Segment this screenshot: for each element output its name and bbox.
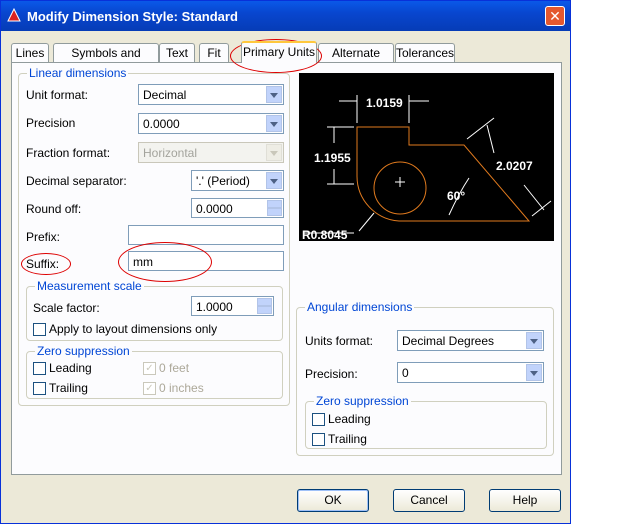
tab-label: Fit	[207, 46, 221, 60]
tab-primary-units[interactable]: Primary Units	[241, 41, 317, 63]
title-bar[interactable]: Modify Dimension Style: Standard ✕	[1, 1, 570, 31]
unit-format-label: Unit format:	[26, 88, 89, 102]
zero-suppression-title: Zero suppression	[35, 344, 132, 358]
spinner-arrows[interactable]	[267, 200, 282, 216]
unit-format-select[interactable]: Decimal	[138, 84, 284, 105]
linear-dimensions-title: Linear dimensions	[27, 66, 129, 80]
angular-trailing-checkbox[interactable]	[312, 433, 325, 446]
chevron-down-icon[interactable]	[266, 115, 282, 132]
angular-precision-select[interactable]: 0	[397, 362, 544, 383]
chevron-down-icon[interactable]	[266, 86, 282, 103]
angular-dimensions-title: Angular dimensions	[305, 300, 415, 314]
dim-left-label: 1.1955	[314, 151, 351, 165]
decimal-separator-select[interactable]: '.' (Period)	[191, 170, 284, 191]
help-label: Help	[512, 493, 538, 507]
fraction-format-value: Horizontal	[143, 146, 198, 160]
scale-factor-label: Scale factor:	[33, 301, 100, 315]
tab-fit[interactable]: Fit	[199, 43, 229, 62]
angle-label: 60°	[447, 189, 465, 203]
preview-drawing: 1.0159 1.1955 2.0207 60° R0.8045	[302, 95, 552, 242]
chevron-down-icon[interactable]	[526, 364, 542, 381]
tab-label: Tolerances	[396, 46, 455, 60]
units-format-label: Units format:	[305, 334, 374, 348]
measurement-scale-title: Measurement scale	[35, 279, 144, 293]
round-off-value: 0.0000	[196, 202, 233, 216]
prefix-label: Prefix:	[26, 230, 61, 244]
fraction-format-select: Horizontal	[138, 142, 284, 163]
tab-label: Primary Units	[242, 45, 315, 59]
leading-label: Leading	[49, 361, 92, 375]
angular-precision-value: 0	[402, 366, 409, 380]
dialog-window: Modify Dimension Style: Standard ✕ Lines…	[0, 0, 571, 524]
inches-checkbox: ✓	[143, 382, 156, 395]
tab-alternate-units[interactable]: Alternate Units	[318, 43, 394, 78]
cancel-label: Cancel	[410, 493, 448, 507]
close-button[interactable]: ✕	[545, 6, 565, 26]
close-icon: ✕	[549, 8, 561, 24]
feet-label: 0 feet	[159, 361, 190, 375]
dim-top-label: 1.0159	[366, 96, 403, 110]
feet-checkbox: ✓	[143, 362, 156, 375]
spinner-arrows[interactable]	[257, 298, 272, 314]
window-title: Modify Dimension Style: Standard	[27, 9, 238, 24]
suffix-label-highlight-ellipse	[21, 253, 71, 275]
angular-leading-checkbox[interactable]	[312, 413, 325, 426]
scale-factor-value: 1.0000	[196, 300, 233, 314]
dim-right-label: 2.0207	[496, 159, 533, 173]
units-format-select[interactable]: Decimal Degrees	[397, 330, 544, 351]
angular-precision-label: Precision:	[305, 367, 358, 381]
app-icon	[7, 8, 21, 22]
apply-layout-label: Apply to layout dimensions only	[49, 322, 218, 336]
fraction-format-label: Fraction format:	[26, 146, 111, 160]
preview-image: 1.0159 1.1955 2.0207 60° R0.8045	[299, 73, 554, 242]
apply-layout-checkbox[interactable]	[33, 323, 46, 336]
angular-trailing-label: Trailing	[328, 432, 367, 446]
tab-label: Lines	[15, 46, 45, 60]
leading-checkbox[interactable]	[33, 362, 46, 375]
units-format-value: Decimal Degrees	[402, 334, 495, 348]
ok-button[interactable]: OK	[297, 489, 369, 512]
radius-label: R0.8045	[302, 228, 348, 241]
tab-label: Text	[165, 46, 188, 60]
tab-symbols-arrows[interactable]: Symbols and Arrows	[53, 43, 159, 78]
angular-zero-suppression-title: Zero suppression	[314, 394, 411, 408]
chevron-down-icon[interactable]	[266, 172, 282, 189]
unit-format-value: Decimal	[143, 88, 187, 102]
precision-label: Precision	[26, 116, 76, 130]
tab-lines[interactable]: Lines	[11, 43, 49, 62]
help-button[interactable]: Help	[489, 489, 561, 512]
inches-label: 0 inches	[159, 381, 204, 395]
precision-value: 0.0000	[143, 117, 180, 131]
trailing-label: Trailing	[49, 381, 88, 395]
cancel-button[interactable]: Cancel	[393, 489, 465, 512]
scale-factor-spinner[interactable]: 1.0000	[191, 296, 274, 316]
round-off-spinner[interactable]: 0.0000	[191, 198, 284, 218]
tab-tolerances[interactable]: Tolerances	[395, 43, 455, 62]
suffix-field-highlight-ellipse	[118, 242, 212, 282]
trailing-checkbox[interactable]	[33, 382, 46, 395]
decimal-separator-value: '.' (Period)	[196, 174, 250, 188]
tab-text[interactable]: Text	[159, 43, 195, 62]
chevron-down-icon	[266, 144, 282, 161]
chevron-down-icon[interactable]	[526, 332, 542, 349]
decimal-separator-label: Decimal separator:	[26, 174, 127, 188]
ok-label: OK	[324, 493, 342, 507]
precision-select[interactable]: 0.0000	[138, 113, 284, 134]
angular-leading-label: Leading	[328, 412, 371, 426]
round-off-label: Round off:	[26, 202, 82, 216]
